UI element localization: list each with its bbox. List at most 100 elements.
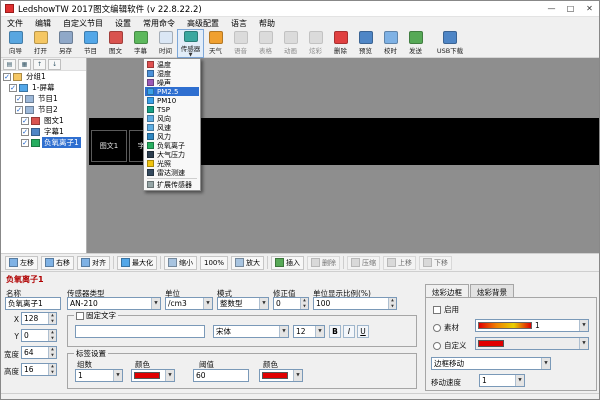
- menu-item-wind-speed[interactable]: 风速: [145, 123, 199, 132]
- sensor-type-select[interactable]: AN-210▼: [67, 297, 161, 310]
- tree-item-group1[interactable]: ✓分组1: [1, 71, 86, 82]
- add-item-icon[interactable]: ▦: [18, 59, 31, 70]
- menu-custom-program[interactable]: 自定义节目: [57, 17, 109, 29]
- timing-button[interactable]: 校时: [378, 30, 403, 57]
- screen-params-icon[interactable]: ▤: [3, 59, 16, 70]
- checkbox-checked-icon[interactable]: ✓: [21, 139, 29, 147]
- checkbox-checked-icon[interactable]: ✓: [9, 84, 17, 92]
- delete-button[interactable]: 删除: [328, 30, 353, 57]
- italic-button[interactable]: I: [343, 325, 355, 338]
- move-left-button[interactable]: 左移: [5, 256, 38, 270]
- name-field[interactable]: [5, 297, 61, 310]
- move-right-button[interactable]: 右移: [41, 256, 74, 270]
- maximize-area-button[interactable]: 最大化: [117, 256, 157, 270]
- menu-item-air-pressure[interactable]: 大气压力: [145, 150, 199, 159]
- menu-item-noise[interactable]: 噪声: [145, 78, 199, 87]
- align-button[interactable]: 对齐: [77, 256, 110, 270]
- custom-select[interactable]: ▼: [475, 337, 589, 350]
- menu-item-tsp[interactable]: TSP: [145, 105, 199, 114]
- unit-select[interactable]: /cm3▼: [165, 297, 213, 310]
- border-move-select[interactable]: 边框移动▼: [431, 357, 551, 370]
- menu-item-pm10[interactable]: PM10: [145, 96, 199, 105]
- fixed-text-input[interactable]: [75, 325, 205, 338]
- menu-item-temperature[interactable]: 温度: [145, 60, 199, 69]
- menu-item-radar-speed[interactable]: 雷达测速: [145, 168, 199, 177]
- spinner-arrows-icon[interactable]: ▲▼: [300, 298, 308, 309]
- correction-spinner[interactable]: 0▲▼: [273, 297, 309, 310]
- tree-item-text1[interactable]: ✓图文1: [1, 115, 86, 126]
- checkbox-checked-icon[interactable]: ✓: [21, 117, 29, 125]
- area-down-button[interactable]: 下移: [419, 256, 452, 270]
- maximize-button[interactable]: □: [561, 2, 580, 15]
- zoom-in-button[interactable]: 放大: [231, 256, 264, 270]
- font-select[interactable]: 宋体▼: [213, 325, 289, 338]
- spinner-arrows-icon[interactable]: ▲▼: [48, 364, 56, 375]
- text-button[interactable]: 图文: [103, 30, 128, 57]
- menu-item-extended-sensor[interactable]: 扩展传感器: [145, 180, 199, 189]
- checkbox-checked-icon[interactable]: ✓: [15, 95, 23, 103]
- speed-select[interactable]: 1▼: [479, 374, 525, 387]
- usb-download-button[interactable]: USB下载: [428, 30, 472, 57]
- checkbox-checked-icon[interactable]: ✓: [15, 106, 23, 114]
- minimize-button[interactable]: —: [542, 2, 561, 15]
- tree-item-subtitle1[interactable]: ✓字幕1: [1, 126, 86, 137]
- material-select[interactable]: 1▼: [475, 319, 589, 332]
- menu-item-wind-direction[interactable]: 风向: [145, 114, 199, 123]
- spinner-arrows-icon[interactable]: ▲▼: [48, 313, 56, 324]
- menu-common-commands[interactable]: 常用命令: [137, 17, 181, 29]
- menu-language[interactable]: 语言: [225, 17, 253, 29]
- program-button[interactable]: 节目: [78, 30, 103, 57]
- color1-swatch[interactable]: ▼: [131, 369, 175, 382]
- subtitle-button[interactable]: 字幕: [128, 30, 153, 57]
- menu-item-pm25[interactable]: PM2.5: [145, 87, 199, 96]
- tree-item-screen1[interactable]: ✓1-屏幕: [1, 82, 86, 93]
- enable-checkbox[interactable]: [433, 306, 441, 314]
- menu-help[interactable]: 帮助: [253, 17, 281, 29]
- compress-button[interactable]: 压缩: [347, 256, 380, 270]
- bold-button[interactable]: B: [329, 325, 341, 338]
- unit-scale-spinner[interactable]: 100▲▼: [313, 297, 397, 310]
- zoom-100-button[interactable]: 100%: [200, 256, 228, 270]
- checkbox-checked-icon[interactable]: ✓: [21, 128, 29, 136]
- save-as-button[interactable]: 另存: [53, 30, 78, 57]
- group-count-select[interactable]: 1▼: [75, 369, 123, 382]
- menu-advanced-config[interactable]: 高级配置: [181, 17, 225, 29]
- color2-swatch[interactable]: ▼: [259, 369, 303, 382]
- zoom-out-button[interactable]: 缩小: [164, 256, 197, 270]
- time-button[interactable]: 时间: [153, 30, 178, 57]
- spinner-arrows-icon[interactable]: ▲▼: [48, 330, 56, 341]
- move-down-icon[interactable]: ↓: [48, 59, 61, 70]
- tree-item-program2[interactable]: ✓节目2: [1, 104, 86, 115]
- fixed-text-checkbox[interactable]: [76, 312, 84, 320]
- width-spinner[interactable]: 64▲▼: [21, 346, 57, 359]
- canvas-cell-text1[interactable]: 图文1: [91, 130, 127, 162]
- tree-item-ion1[interactable]: ✓负氧离子1: [1, 137, 86, 148]
- y-spinner[interactable]: 0▲▼: [21, 329, 57, 342]
- move-up-icon[interactable]: ↑: [33, 59, 46, 70]
- send-button[interactable]: 发送: [403, 30, 428, 57]
- menu-item-humidity[interactable]: 湿度: [145, 69, 199, 78]
- insert-button[interactable]: 插入: [271, 256, 304, 270]
- area-up-button[interactable]: 上移: [383, 256, 416, 270]
- x-spinner[interactable]: 128▲▼: [21, 312, 57, 325]
- menu-file[interactable]: 文件: [1, 17, 29, 29]
- tree-item-program1[interactable]: ✓节目1: [1, 93, 86, 104]
- open-button[interactable]: 打开: [28, 30, 53, 57]
- checkbox-checked-icon[interactable]: ✓: [3, 73, 11, 81]
- underline-button[interactable]: U: [357, 325, 369, 338]
- material-radio[interactable]: [433, 324, 441, 332]
- spinner-arrows-icon[interactable]: ▲▼: [48, 347, 56, 358]
- sensor-button[interactable]: 传感器▼: [178, 30, 203, 57]
- delete-area-button[interactable]: 删除: [307, 256, 340, 270]
- threshold-input[interactable]: [193, 369, 249, 382]
- menu-settings[interactable]: 设置: [109, 17, 137, 29]
- weather-button[interactable]: 天气: [203, 30, 228, 57]
- menu-edit[interactable]: 编辑: [29, 17, 57, 29]
- spinner-arrows-icon[interactable]: ▲▼: [388, 298, 396, 309]
- close-button[interactable]: ✕: [580, 2, 599, 15]
- mode-select[interactable]: 整数型▼: [217, 297, 269, 310]
- height-spinner[interactable]: 16▲▼: [21, 363, 57, 376]
- font-size-select[interactable]: 12▼: [293, 325, 325, 338]
- custom-radio[interactable]: [433, 342, 441, 350]
- wizard-button[interactable]: 向导: [3, 30, 28, 57]
